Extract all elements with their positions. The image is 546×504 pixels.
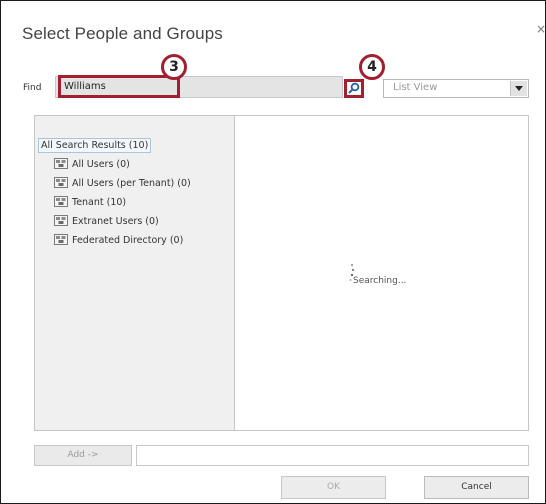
dialog-title: Select People and Groups	[22, 24, 223, 43]
tree-item-all-users[interactable]: All Users (0)	[54, 158, 130, 171]
directory-icon	[54, 196, 68, 207]
view-select[interactable]: List View	[383, 79, 529, 98]
directory-icon	[54, 234, 68, 245]
directory-icon	[54, 215, 68, 226]
tree-item-label: Extranet Users (0)	[72, 216, 159, 227]
tree-item-label: Tenant (10)	[72, 197, 127, 208]
tree-item-tenant[interactable]: Tenant (10)	[54, 196, 126, 209]
search-button[interactable]	[344, 79, 364, 98]
cancel-button[interactable]: Cancel	[424, 476, 529, 499]
step-callout-find: 3	[161, 54, 187, 80]
add-button[interactable]: Add ->	[34, 445, 132, 466]
select-people-dialog: Select People and Groups × Find Williams…	[0, 0, 546, 504]
view-select-value: List View	[393, 82, 438, 93]
tree-item-label: All Users (0)	[72, 159, 130, 170]
searching-status: Searching...	[353, 276, 407, 286]
find-label: Find	[23, 83, 42, 93]
selected-people-field[interactable]	[136, 445, 529, 466]
step-callout-search: 4	[359, 54, 385, 80]
tree-item-extranet-users[interactable]: Extranet Users (0)	[54, 215, 159, 228]
find-input-value[interactable]: Williams	[58, 75, 180, 98]
chevron-down-icon[interactable]	[510, 81, 527, 96]
ok-button[interactable]: OK	[281, 476, 386, 499]
tree-item-all-users-per-tenant[interactable]: All Users (per Tenant) (0)	[54, 177, 191, 190]
tree-item-label: Federated Directory (0)	[72, 235, 184, 246]
tree-item-federated-directory[interactable]: Federated Directory (0)	[54, 234, 183, 247]
tree-root-all-results[interactable]: All Search Results (10)	[38, 138, 152, 153]
search-icon	[348, 82, 360, 94]
results-panel: All Search Results (10) All Users (0) Al…	[34, 115, 529, 431]
results-tree: All Search Results (10) All Users (0) Al…	[35, 116, 235, 430]
tree-item-label: All Users (per Tenant) (0)	[72, 178, 191, 189]
directory-icon	[54, 177, 68, 188]
directory-icon	[54, 158, 68, 169]
close-icon[interactable]: ×	[536, 23, 546, 35]
